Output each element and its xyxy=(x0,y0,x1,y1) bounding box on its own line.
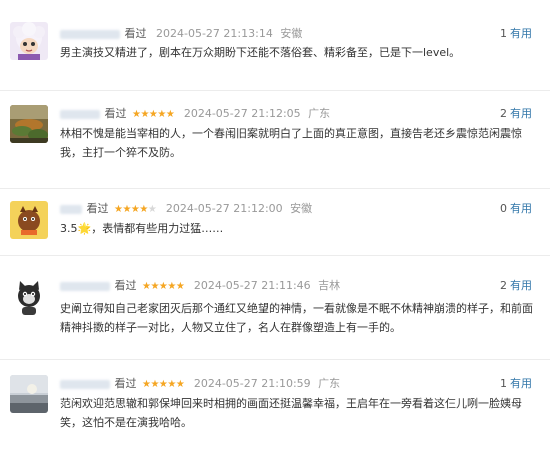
review-meta: 看过 ★★★★★ 2024-05-27 21:12:05 广东 xyxy=(60,106,330,122)
rating-stars: ★★★★★ xyxy=(142,281,185,292)
review-meta: 看过 ★★★★★ 2024-05-27 21:10:59 广东 xyxy=(60,376,340,392)
review-location: 广东 xyxy=(318,377,341,390)
watched-label: 看过 xyxy=(104,107,127,120)
review-time: 2024-05-27 21:10:59 xyxy=(193,377,311,390)
review-meta: 看过 ★★★★★ 2024-05-27 21:11:46 吉林 xyxy=(60,278,340,294)
review-location: 广东 xyxy=(308,107,331,120)
useful-button[interactable]: 有用 xyxy=(510,279,532,292)
review-time: 2024-05-27 21:13:14 xyxy=(156,27,273,40)
useful-button[interactable]: 有用 xyxy=(510,202,532,215)
review-time: 2024-05-27 21:11:46 xyxy=(193,279,311,292)
watched-label: 看过 xyxy=(114,377,137,390)
avatar[interactable] xyxy=(10,201,48,239)
username-blurred[interactable] xyxy=(60,109,100,119)
useful-vote[interactable]: 2 有用 xyxy=(500,106,532,122)
useful-count: 0 xyxy=(500,202,507,215)
review-item: 看过 ★★★★★ 2024-05-27 21:12:05 广东 2 有用 林相不愧… xyxy=(0,91,550,189)
avatar[interactable] xyxy=(10,375,48,413)
username-blurred[interactable] xyxy=(60,379,110,389)
watched-label: 看过 xyxy=(114,279,137,292)
rating-stars: ★★★★★ xyxy=(142,379,185,390)
watched-label: 看过 xyxy=(124,27,147,40)
avatar[interactable] xyxy=(10,105,48,143)
username-blurred[interactable] xyxy=(60,204,82,214)
useful-count: 2 xyxy=(500,279,507,292)
avatar[interactable] xyxy=(10,22,48,60)
review-meta: 看过 2024-05-27 21:13:14 安徽 xyxy=(60,26,302,42)
useful-vote[interactable]: 2 有用 xyxy=(500,278,532,294)
watched-label: 看过 xyxy=(86,202,109,215)
rating-stars: ★★★★★ xyxy=(114,204,157,215)
rating-stars: ★★★★★ xyxy=(132,109,175,120)
review-time: 2024-05-27 21:12:00 xyxy=(165,202,283,215)
review-time: 2024-05-27 21:12:05 xyxy=(183,107,301,120)
review-location: 吉林 xyxy=(318,279,341,292)
review-item: 看过 ★★★★★ 2024-05-27 21:11:46 吉林 2 有用 史阐立得… xyxy=(0,256,550,360)
useful-vote[interactable]: 1 有用 xyxy=(500,376,532,392)
useful-count: 2 xyxy=(500,107,507,120)
review-content: 史阐立得知自己老家团灭后那个通红又绝望的神情，一看就像是不眠不休精神崩溃的样子，… xyxy=(60,302,533,334)
useful-count: 1 xyxy=(500,377,507,390)
review-content: 范闲欢迎范思辙和郭保坤回来时相拥的画面还挺温馨幸福，王启年在一旁看着这仨儿咧一脸… xyxy=(60,397,522,429)
username-blurred[interactable] xyxy=(60,29,120,39)
review-location: 安徽 xyxy=(280,27,303,40)
useful-button[interactable]: 有用 xyxy=(510,27,532,40)
username-blurred[interactable] xyxy=(60,281,110,291)
useful-button[interactable]: 有用 xyxy=(510,107,532,120)
useful-vote[interactable]: 1 有用 xyxy=(500,26,532,42)
review-item: 看过 ★★★★★ 2024-05-27 21:10:59 广东 1 有用 范闲欢迎… xyxy=(0,360,550,449)
useful-count: 1 xyxy=(500,27,507,40)
avatar[interactable] xyxy=(10,278,48,316)
useful-button[interactable]: 有用 xyxy=(510,377,532,390)
review-item: 看过 ★★★★★ 2024-05-27 21:12:00 安徽 0 有用 3.5🌟… xyxy=(0,189,550,256)
useful-vote[interactable]: 0 有用 xyxy=(500,201,532,217)
review-location: 安徽 xyxy=(290,202,313,215)
review-content: 林相不愧是能当宰相的人，一个春闱旧案就明白了上面的真正意图，直接告老还乡震惊范闲… xyxy=(60,127,522,159)
review-item: 看过 2024-05-27 21:13:14 安徽 1 有用 男主演技又精进了，剧… xyxy=(0,0,550,91)
review-content: 3.5🌟，表情都有些用力过猛…… xyxy=(60,222,224,235)
review-content: 男主演技又精进了，剧本在万众期盼下还能不落俗套、精彩备至，已是下一level。 xyxy=(60,46,461,59)
review-meta: 看过 ★★★★★ 2024-05-27 21:12:00 安徽 xyxy=(60,201,312,217)
